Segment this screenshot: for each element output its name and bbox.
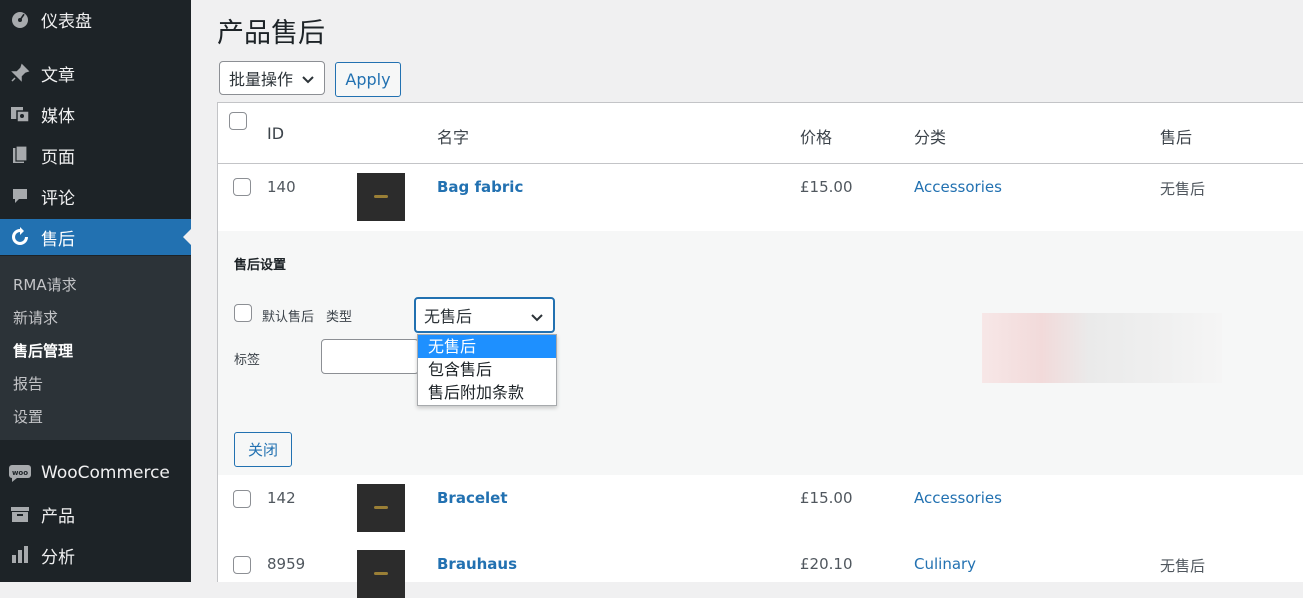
menu-item-analytics[interactable]: 分析: [0, 537, 191, 573]
page-title: 产品售后: [217, 18, 325, 49]
menu-item-comments[interactable]: 评论: [0, 178, 191, 214]
table-row: 8959 Brauhaus £20.10 Culinary 无售后: [218, 541, 1303, 598]
menu-item-label: 分析: [41, 547, 75, 568]
menu-item-label: 产品: [41, 506, 75, 527]
pin-icon: [9, 62, 31, 84]
chevron-down-icon: [530, 309, 544, 328]
submenu-reports[interactable]: 报告: [13, 373, 43, 394]
category-link[interactable]: Culinary: [914, 555, 976, 573]
row-id: 140: [267, 178, 296, 196]
dashboard-icon: [9, 8, 31, 30]
menu-item-pages[interactable]: 页面: [0, 137, 191, 173]
tag-input[interactable]: [321, 339, 419, 374]
menu-item-label: 文章: [41, 65, 75, 86]
row-id: 142: [267, 489, 296, 507]
archive-icon: [9, 503, 31, 525]
close-button[interactable]: 关闭: [234, 432, 292, 467]
row-id: 8959: [267, 555, 306, 573]
menu-item-media[interactable]: 媒体: [0, 96, 191, 132]
aftersales-submenu: RMA请求 新请求 售后管理 报告 设置: [0, 256, 191, 440]
menu-item-label: 页面: [41, 147, 75, 168]
menu-item-label: 评论: [41, 188, 75, 209]
chevron-down-icon: [301, 71, 315, 90]
product-thumbnail[interactable]: [357, 484, 405, 532]
column-header-category: 分类: [914, 128, 947, 147]
select-all-checkbox[interactable]: [229, 112, 247, 130]
product-name-link[interactable]: Bag fabric: [437, 178, 523, 196]
category-link[interactable]: Accessories: [914, 178, 1002, 196]
product-name-link[interactable]: Brauhaus: [437, 555, 517, 573]
media-icon: [9, 103, 31, 125]
submenu-aftersales-management[interactable]: 售后管理: [13, 340, 73, 361]
row-price: £20.10: [800, 555, 853, 573]
type-option-extra-terms[interactable]: 售后附加条款: [418, 381, 556, 404]
menu-item-dashboard[interactable]: 仪表盘: [0, 1, 191, 37]
aftersales-type-select[interactable]: 无售后: [414, 297, 555, 333]
bulk-actions-value: 批量操作: [229, 70, 294, 89]
table-row: 140 Bag fabric £15.00 Accessories 无售后: [218, 164, 1303, 231]
column-header-id[interactable]: ID: [267, 124, 284, 143]
menu-item-aftersales[interactable]: 售后: [0, 219, 191, 255]
product-thumbnail[interactable]: [357, 550, 405, 598]
admin-sidebar: 仪表盘 文章 媒体 页面 评论 售后 RMA请求 新请求 售后管理 报告 设置 …: [0, 0, 191, 582]
row-aftersales: 无售后: [1160, 557, 1206, 575]
comment-icon: [9, 185, 31, 207]
type-dropdown-list: 无售后 包含售后 售后附加条款: [417, 334, 557, 406]
type-label: 类型: [326, 310, 353, 325]
type-option-none[interactable]: 无售后: [418, 335, 556, 358]
table-header: ID 名字 价格 分类 售后: [218, 103, 1303, 164]
menu-item-posts[interactable]: 文章: [0, 55, 191, 91]
row-checkbox[interactable]: [233, 556, 251, 574]
column-header-aftersales: 售后: [1160, 128, 1193, 147]
menu-item-woocommerce[interactable]: woo WooCommerce: [0, 455, 191, 491]
type-option-included[interactable]: 包含售后: [418, 358, 556, 381]
submenu-new-requests[interactable]: 新请求: [13, 307, 58, 328]
row-aftersales: 无售后: [1160, 180, 1206, 198]
menu-item-label: 售后: [41, 229, 75, 250]
menu-item-label: 仪表盘: [41, 11, 92, 32]
row-price: £15.00: [800, 489, 853, 507]
apply-button[interactable]: Apply: [335, 62, 401, 97]
type-select-value: 无售后: [424, 307, 473, 326]
menu-item-label: 媒体: [41, 106, 75, 127]
category-link[interactable]: Accessories: [914, 489, 1002, 507]
row-checkbox[interactable]: [233, 490, 251, 508]
refresh-icon: [9, 226, 31, 248]
menu-item-label: WooCommerce: [41, 463, 170, 483]
submenu-rma-requests[interactable]: RMA请求: [13, 274, 77, 295]
row-checkbox[interactable]: [233, 178, 251, 196]
default-aftersales-label: 默认售后: [262, 310, 315, 325]
submenu-settings[interactable]: 设置: [13, 406, 43, 427]
tag-label: 标签: [234, 353, 261, 368]
product-thumbnail[interactable]: [357, 173, 405, 221]
page-icon: [9, 144, 31, 166]
woo-icon: woo: [9, 462, 31, 484]
products-table: ID 名字 价格 分类 售后 140 Bag fabric £15.00 Acc…: [217, 102, 1303, 598]
blurred-region: [982, 313, 1222, 383]
product-name-link[interactable]: Bracelet: [437, 489, 508, 507]
bulk-actions-select[interactable]: 批量操作: [219, 61, 325, 95]
column-header-name[interactable]: 名字: [437, 124, 469, 148]
svg-text:woo: woo: [12, 469, 28, 477]
column-header-price[interactable]: 价格: [800, 124, 832, 148]
panel-title: 售后设置: [234, 258, 287, 273]
row-price: £15.00: [800, 178, 853, 196]
table-row: 142 Bracelet £15.00 Accessories: [218, 475, 1303, 541]
bar-chart-icon: [9, 544, 31, 566]
default-aftersales-checkbox[interactable]: [234, 304, 252, 322]
menu-item-products[interactable]: 产品: [0, 496, 191, 532]
